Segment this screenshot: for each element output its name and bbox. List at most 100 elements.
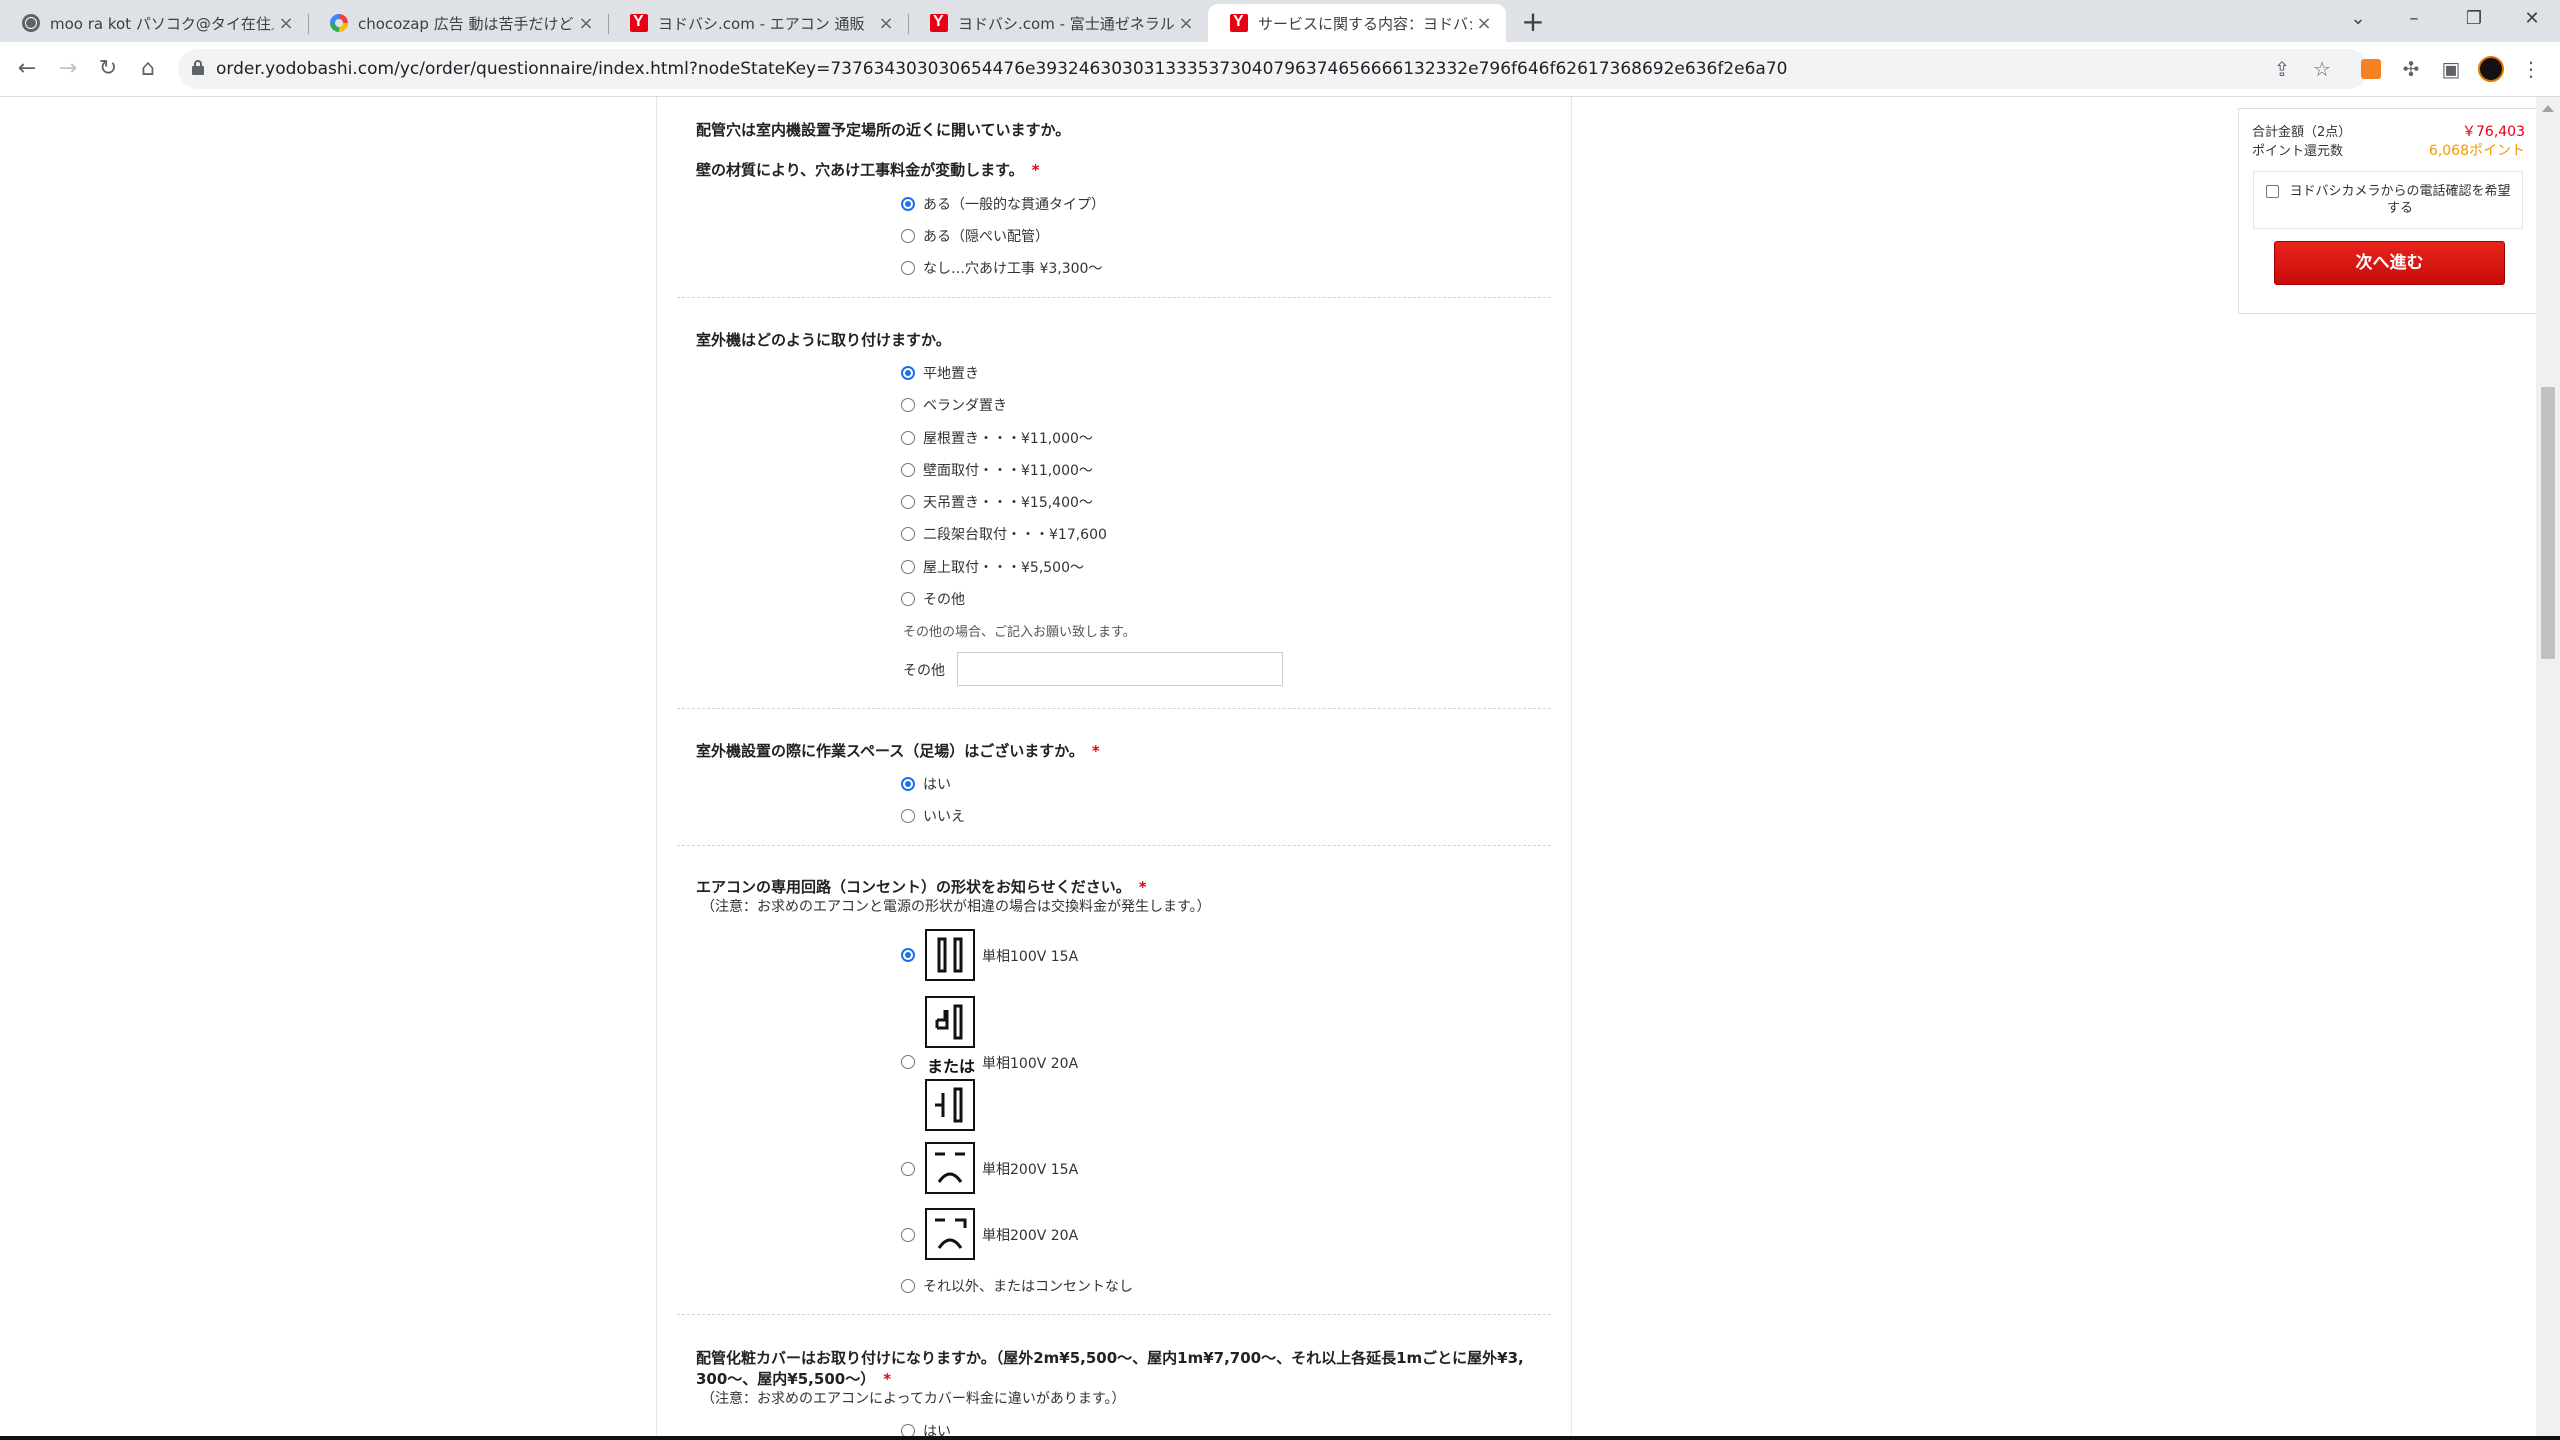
outlet-label: 単相200V 20A [982,1228,1079,1244]
yodobashi-icon [1230,13,1248,32]
radio-button[interactable] [901,809,915,823]
radio-button[interactable] [901,261,915,275]
question-title-cont: 300～、屋内¥5,500～） * [696,1370,892,1388]
outlet-200v-15a-icon [925,1142,975,1194]
outlet-100v-15a-icon [925,929,975,981]
home-icon[interactable]: ⌂ [133,54,163,84]
tab-search-icon[interactable]: ⌄ [2330,0,2386,40]
phone-confirm-label[interactable]: ヨドバシカメラからの電話確認を希望する [2286,183,2514,217]
share-icon[interactable]: ⇪ [2265,52,2299,86]
radio-button[interactable] [901,1228,915,1242]
rss-extension-icon[interactable] [2354,52,2388,86]
required-mark: * [1091,742,1100,760]
section-divider [677,1314,1551,1315]
tab-strip: moo ra kot パソコク@タイ在住／副 × chocozap 広告 動は苦… [0,0,2560,42]
phone-confirm-box[interactable]: ヨドバシカメラからの電話確認を希望する [2253,171,2523,229]
phone-confirm-checkbox[interactable] [2266,185,2279,198]
yodobashi-icon [630,13,648,32]
outlet-label: 単相200V 15A [982,1162,1079,1178]
browser-tab-active[interactable]: サービスに関する内容：ヨドバシ.ドッ × [1208,4,1506,42]
lock-icon[interactable] [192,60,204,75]
close-tab-icon[interactable]: × [1472,13,1496,34]
outlet-label: 単相100V 15A [982,949,1079,965]
browser-tab[interactable]: chocozap 広告 動は苦手だけどス × [308,4,609,42]
radio-option[interactable]: 屋上取付・・・¥5,500～ [901,557,1084,577]
radio-option[interactable]: いいえ [901,806,965,826]
radio-option[interactable]: ベランダ置き [901,395,1007,415]
section-divider [677,845,1551,846]
new-tab-button[interactable]: + [1516,6,1550,40]
total-label: 合計金額（2点） [2252,125,2352,140]
close-tab-icon[interactable]: × [274,13,298,34]
tab-title: ヨドバシ.com - エアコン 通販【全品 [658,14,874,33]
browser-tab[interactable]: ヨドバシ.com - 富士通ゼネラル FUJ × [908,4,1208,42]
taskbar-edge [0,1436,2560,1440]
address-bar[interactable]: order.yodobashi.com/yc/order/questionnai… [178,49,2368,89]
minimize-button[interactable]: – [2386,0,2442,40]
radio-button[interactable] [901,948,915,962]
radio-button[interactable] [901,560,915,574]
radio-button[interactable] [901,398,915,412]
radio-button[interactable] [901,527,915,541]
radio-option[interactable]: その他 [901,589,965,609]
radio-button[interactable] [901,197,915,211]
url-text[interactable]: order.yodobashi.com/yc/order/questionnai… [216,59,1787,79]
other-text-input[interactable] [957,652,1283,686]
menu-kebab-icon[interactable]: ⋮ [2514,52,2548,86]
outlet-100v-20a-l-icon [925,996,975,1048]
question-subtitle: 壁の材質により、穴あけ工事料金が変動します。 * [696,161,1040,179]
tab-title: chocozap 広告 動は苦手だけどス [358,14,574,33]
section-divider [677,297,1551,298]
close-window-button[interactable]: ✕ [2504,0,2560,40]
radio-button[interactable] [901,1162,915,1176]
radio-button[interactable] [901,366,915,380]
close-tab-icon[interactable]: × [874,13,898,34]
questionnaire-form: 配管穴は室内機設置予定場所の近くに開いていますか。 壁の材質により、穴あけ工事料… [656,97,2536,1440]
other-label: その他 [903,663,945,679]
browser-tab[interactable]: ヨドバシ.com - エアコン 通販【全品 × [608,4,909,42]
reload-icon[interactable]: ↻ [93,54,123,84]
radio-option[interactable]: 二段架台取付・・・¥17,600 [901,524,1107,544]
close-tab-icon[interactable]: × [574,13,598,34]
radio-option[interactable]: ある（隠ぺい配管） [901,226,1049,246]
profile-avatar[interactable] [2474,52,2508,86]
bookmark-star-icon[interactable]: ☆ [2305,52,2339,86]
radio-button[interactable] [901,229,915,243]
radio-button[interactable] [901,777,915,791]
tab-title: ヨドバシ.com - 富士通ゼネラル FUJ [958,14,1174,33]
radio-option[interactable]: なし…穴あけ工事 ¥3,300～ [901,258,1102,278]
points-label: ポイント還元数 [2252,144,2344,159]
next-step-button[interactable]: 次へ進む [2274,241,2505,285]
forward-arrow-icon[interactable]: → [53,54,83,84]
radio-option[interactable]: 平地置き [901,363,979,383]
side-panel-icon[interactable]: ▣ [2434,52,2468,86]
radio-option[interactable]: それ以外、またはコンセントなし [901,1276,1133,1296]
yodobashi-icon [930,13,948,32]
radio-option[interactable]: はい [901,774,951,794]
radio-button[interactable] [901,592,915,606]
google-icon [330,14,348,32]
close-tab-icon[interactable]: × [1174,13,1198,34]
radio-option[interactable]: ある（一般的な貫通タイプ） [901,194,1105,214]
radio-button[interactable] [901,495,915,509]
browser-tab[interactable]: moo ra kot パソコク@タイ在住／副 × [0,4,309,42]
radio-option[interactable]: 屋根置き・・・¥11,000～ [901,428,1093,448]
vertical-scrollbar[interactable] [2536,97,2560,1440]
radio-button[interactable] [901,1279,915,1293]
radio-button[interactable] [901,431,915,445]
radio-option[interactable]: 天吊置き・・・¥15,400～ [901,492,1093,512]
page-viewport: 配管穴は室内機設置予定場所の近くに開いていますか。 壁の材質により、穴あけ工事料… [0,97,2536,1440]
scrollbar-thumb[interactable] [2541,387,2555,659]
extensions-puzzle-icon[interactable]: ✣ [2394,52,2428,86]
required-mark: * [1031,161,1040,179]
tab-title: サービスに関する内容：ヨドバシ.ドッ [1258,14,1472,33]
restore-button[interactable]: ❐ [2446,0,2502,40]
total-amount: ￥76,403 [2462,124,2525,140]
question-title: 配管穴は室内機設置予定場所の近くに開いていますか。 [696,121,1071,139]
question-title: エアコンの専用回路（コンセント）の形状をお知らせください。 * [696,878,1147,896]
radio-button[interactable] [901,463,915,477]
scroll-up-arrow-icon[interactable] [2542,105,2554,112]
radio-button[interactable] [901,1055,915,1069]
back-arrow-icon[interactable]: ← [12,54,42,84]
radio-option[interactable]: 壁面取付・・・¥11,000～ [901,460,1093,480]
